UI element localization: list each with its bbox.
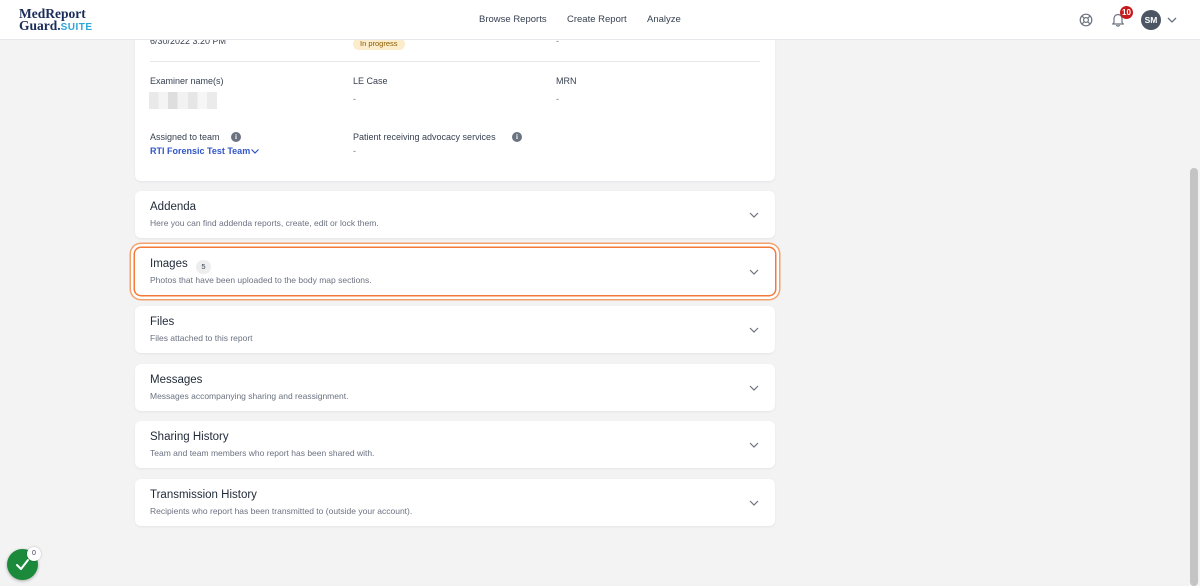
notification-count-badge: 10: [1120, 6, 1133, 19]
chevron-down-icon[interactable]: [250, 146, 260, 156]
le-case-value: -: [353, 94, 356, 104]
section-subtitle: Photos that have been uploaded to the bo…: [150, 275, 372, 285]
image-count-badge: 5: [196, 260, 211, 274]
le-case-label: LE Case: [353, 76, 388, 86]
advocacy-label: Patient receiving advocacy services: [353, 132, 496, 142]
info-icon[interactable]: i: [512, 132, 522, 142]
chevron-down-icon[interactable]: [748, 267, 760, 277]
examiner-name-redacted: [149, 92, 217, 109]
section-subtitle: Here you can find addenda reports, creat…: [150, 218, 379, 228]
nav-browse-reports[interactable]: Browse Reports: [479, 14, 547, 25]
section-subtitle: Messages accompanying sharing and reassi…: [150, 391, 349, 401]
divider: [150, 61, 760, 62]
main-nav: Browse Reports Create Report Analyze: [0, 0, 1200, 40]
top-navigation-bar: MedReport Guard.SUITE Browse Reports Cre…: [0, 0, 1200, 40]
user-avatar[interactable]: SM: [1141, 10, 1161, 30]
section-subtitle: Recipients who report has been transmitt…: [150, 506, 413, 516]
mrn-label: MRN: [556, 76, 577, 86]
advocacy-value: -: [353, 146, 356, 156]
info-icon[interactable]: i: [231, 132, 241, 142]
section-messages[interactable]: Messages Messages accompanying sharing a…: [135, 364, 775, 411]
section-addenda[interactable]: Addenda Here you can find addenda report…: [135, 191, 775, 238]
report-details-card: 6/30/2022 3:20 PM In progress - Examiner…: [135, 20, 775, 181]
logo-line-2: Guard.SUITE: [19, 18, 93, 34]
section-sharing-history[interactable]: Sharing History Team and team members wh…: [135, 421, 775, 468]
mrn-value: -: [556, 94, 559, 104]
scrollbar-thumb[interactable]: [1190, 168, 1198, 586]
chevron-down-icon[interactable]: [748, 440, 760, 450]
section-transmission-history[interactable]: Transmission History Recipients who repo…: [135, 479, 775, 526]
section-title: Transmission History: [150, 489, 257, 501]
status-count-badge: 0: [27, 547, 41, 561]
section-files[interactable]: Files Files attached to this report: [135, 306, 775, 353]
chevron-down-icon[interactable]: [748, 325, 760, 335]
examiner-label: Examiner name(s): [150, 76, 224, 86]
assigned-team-label: Assigned to team: [150, 132, 220, 142]
section-title: Sharing History: [150, 431, 229, 443]
check-icon: [16, 559, 29, 570]
chevron-down-icon[interactable]: [1166, 14, 1178, 26]
nav-analyze[interactable]: Analyze: [647, 14, 681, 25]
medreport-logo[interactable]: MedReport Guard.SUITE: [19, 7, 93, 34]
lifebuoy-icon[interactable]: [1079, 13, 1093, 27]
chevron-down-icon[interactable]: [748, 383, 760, 393]
chevron-down-icon[interactable]: [748, 498, 760, 508]
section-subtitle: Team and team members who report has bee…: [150, 448, 375, 458]
section-title: Messages: [150, 374, 203, 386]
section-title: Files: [150, 316, 175, 328]
logo-suite: SUITE: [60, 22, 93, 33]
section-title: Addenda: [150, 201, 197, 213]
chevron-down-icon[interactable]: [748, 210, 760, 220]
section-title: Images: [150, 258, 188, 270]
logo-guard: Guard.: [19, 18, 61, 33]
section-images[interactable]: Images 5 Photos that have been uploaded …: [135, 248, 775, 295]
nav-create-report[interactable]: Create Report: [567, 14, 627, 25]
section-subtitle: Files attached to this report: [150, 333, 253, 343]
assigned-team-dropdown[interactable]: RTI Forensic Test Team: [150, 146, 250, 156]
